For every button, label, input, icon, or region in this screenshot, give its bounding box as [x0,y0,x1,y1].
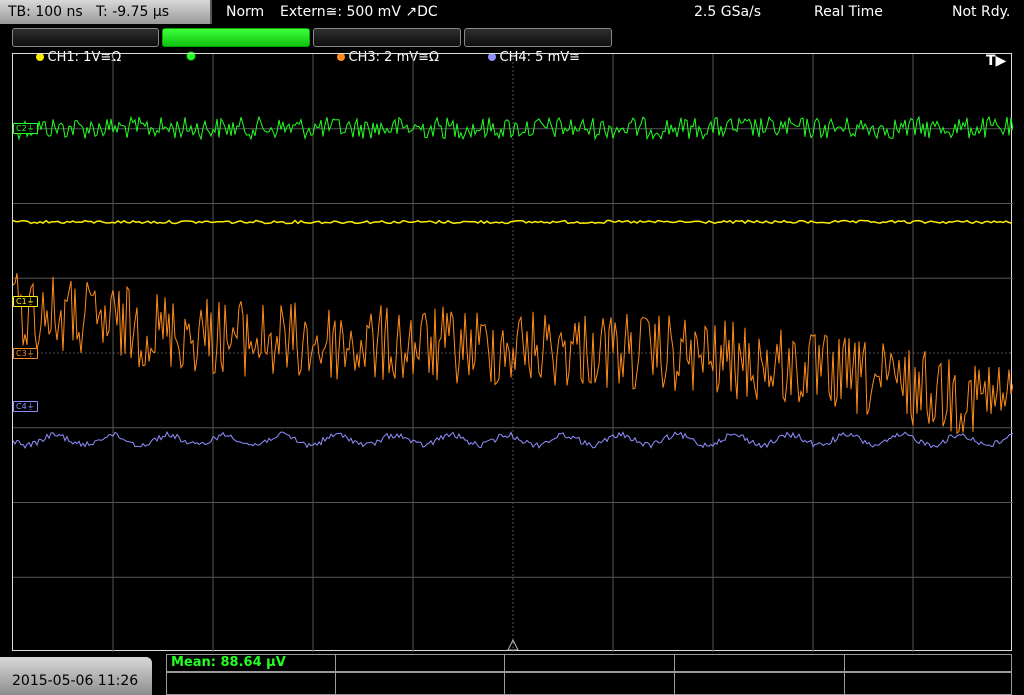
ch2-offset-marker[interactable]: C2⏚ [13,123,38,134]
measurement-panel: Mean: 88.64 µV [166,654,1012,695]
waveform-canvas [13,54,1013,652]
waveform-display[interactable] [12,53,1013,652]
timebase-readout[interactable]: TB: 100 ns T: -9.75 µs [0,0,212,24]
measurement-cell[interactable] [336,672,505,695]
trigger-mode[interactable]: Norm [226,0,264,24]
measurement-cell[interactable] [845,654,1012,672]
trigger-time-marker[interactable] [507,638,519,651]
ch4-offset-marker[interactable]: C4⏚ [13,401,38,412]
tab-ch2[interactable]: CH2: 5 mV≅Ω [162,28,310,65]
tab-ch1[interactable]: CH1: 1V≅Ω [12,28,159,65]
measurement-cell[interactable] [336,654,505,672]
ch3-offset-marker[interactable]: C3⏚ [13,348,38,359]
trigger-position-indicator: T▶ [986,53,1007,69]
timestamp: 2015-05-06 11:26 [0,657,152,695]
measurement-cell[interactable] [505,654,675,672]
trigger-state: Not Rdy. [952,4,1011,20]
status-bar: TB: 100 ns T: -9.75 µs Norm Extern≅: 500… [0,0,1024,24]
ch1-offset-marker[interactable]: C1⏚ [13,296,38,307]
trigger-source-readout[interactable]: Extern≅: 500 mV ↗DC [280,0,438,24]
tab-ch4[interactable]: CH4: 5 mV≅ [464,28,612,65]
measurement-cell[interactable] [675,672,845,695]
tab-ch3[interactable]: CH3: 2 mV≅Ω [313,28,461,65]
measurement-cell[interactable] [845,672,1012,695]
measurement-cell[interactable] [166,672,336,695]
mean-measurement: Mean: 88.64 µV [171,655,286,670]
acquisition-mode: Real Time [814,4,883,20]
measurement-cell[interactable] [505,672,675,695]
sample-rate-readout: 2.5 GSa/s [694,4,762,20]
measurement-cell[interactable] [675,654,845,672]
oscilloscope-screen: TB: 100 ns T: -9.75 µs Norm Extern≅: 500… [0,0,1024,695]
measurement-cell-mean[interactable]: Mean: 88.64 µV [166,654,336,672]
